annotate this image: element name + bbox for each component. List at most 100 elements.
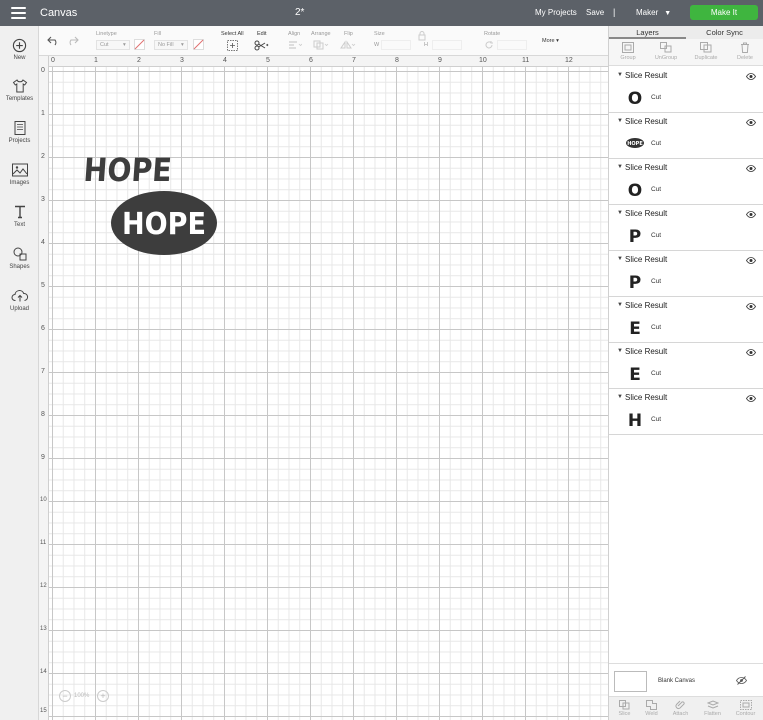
delete-label: Delete bbox=[737, 55, 753, 61]
flip-icon[interactable] bbox=[340, 40, 356, 50]
layer-row[interactable]: ▼ Slice Result O Cut bbox=[609, 67, 763, 113]
width-input[interactable] bbox=[381, 40, 411, 50]
group-button[interactable]: Group bbox=[609, 42, 647, 61]
height-input[interactable] bbox=[432, 40, 462, 50]
sidebar-label-images: Images bbox=[9, 180, 30, 186]
eye-hidden-icon[interactable] bbox=[736, 676, 747, 685]
align-icon[interactable] bbox=[288, 41, 302, 50]
layer-operation: Cut bbox=[651, 370, 662, 377]
linetype-select[interactable]: Cut ▾ bbox=[96, 40, 130, 50]
blank-canvas-row[interactable]: Blank Canvas bbox=[609, 663, 763, 696]
sidebar-item-templates[interactable]: Templates bbox=[0, 78, 39, 102]
layer-row[interactable]: ▼ Slice Result HOPE Cut bbox=[609, 113, 763, 159]
collapse-caret-icon[interactable]: ▼ bbox=[617, 164, 623, 170]
machine-select[interactable]: Maker ▼ bbox=[636, 8, 671, 17]
undo-icon[interactable] bbox=[47, 36, 60, 46]
collapse-caret-icon[interactable]: ▼ bbox=[617, 302, 623, 308]
lock-icon[interactable] bbox=[418, 31, 426, 41]
layer-thumbnail: HOPE bbox=[626, 138, 644, 148]
layer-row[interactable]: ▼ Slice Result O Cut bbox=[609, 159, 763, 205]
my-projects-link[interactable]: My Projects bbox=[535, 8, 577, 17]
layer-row[interactable]: ▼ Slice Result E Cut bbox=[609, 297, 763, 343]
fill-select[interactable]: No Fill ▾ bbox=[154, 40, 188, 50]
rotate-icon[interactable] bbox=[484, 40, 494, 50]
eye-icon[interactable] bbox=[746, 73, 756, 80]
collapse-caret-icon[interactable]: ▼ bbox=[617, 210, 623, 216]
group-label: Group bbox=[620, 55, 636, 61]
collapse-caret-icon[interactable]: ▼ bbox=[617, 256, 623, 262]
layer-operation: Cut bbox=[651, 232, 662, 239]
contour-button[interactable]: Contour bbox=[730, 700, 761, 717]
sidebar-item-shapes[interactable]: Shapes bbox=[0, 246, 39, 270]
layer-operation: Cut bbox=[651, 278, 662, 285]
layer-operation: Cut bbox=[651, 324, 662, 331]
duplicate-label: Duplicate bbox=[694, 55, 718, 61]
fill-color-swatch[interactable] bbox=[193, 39, 204, 50]
size-h-label: H bbox=[424, 42, 428, 48]
layer-glyph: H bbox=[628, 411, 642, 428]
ruler-left-label: 1 bbox=[41, 110, 45, 117]
ungroup-button[interactable]: UnGroup bbox=[647, 42, 685, 61]
ruler-left-label: 14 bbox=[40, 669, 47, 675]
duplicate-button[interactable]: Duplicate bbox=[687, 42, 725, 61]
linetype-label: Linetype bbox=[96, 31, 117, 37]
blank-canvas-swatch[interactable] bbox=[614, 671, 647, 692]
more-menu[interactable]: More ▾ bbox=[542, 38, 559, 44]
weld-button[interactable]: Weld bbox=[636, 700, 667, 717]
zoom-out-button[interactable]: − bbox=[59, 690, 71, 702]
eye-icon[interactable] bbox=[746, 349, 756, 356]
zoom-in-button[interactable]: + bbox=[97, 690, 109, 702]
sidebar-item-upload[interactable]: Upload bbox=[0, 288, 39, 312]
zoom-level: 100% bbox=[74, 693, 90, 699]
rotate-input[interactable] bbox=[497, 40, 527, 50]
sidebar-item-new[interactable]: New bbox=[0, 38, 39, 61]
sidebar-item-projects[interactable]: Projects bbox=[0, 120, 39, 144]
app-title: Canvas bbox=[40, 7, 78, 19]
collapse-caret-icon[interactable]: ▼ bbox=[617, 394, 623, 400]
layer-operation: Cut bbox=[651, 140, 662, 147]
tab-layers[interactable]: Layers bbox=[609, 28, 686, 39]
delete-button[interactable]: Delete bbox=[726, 42, 763, 61]
collapse-caret-icon[interactable]: ▼ bbox=[617, 348, 623, 354]
arrange-icon[interactable] bbox=[313, 40, 329, 50]
make-it-button[interactable]: Make It bbox=[690, 5, 758, 20]
save-link[interactable]: Save bbox=[586, 8, 604, 17]
linetype-color-swatch[interactable] bbox=[134, 39, 145, 50]
fill-label: Fill bbox=[154, 31, 162, 37]
eye-icon[interactable] bbox=[746, 257, 756, 264]
ruler-top-label: 8 bbox=[395, 57, 399, 64]
select-all-icon[interactable] bbox=[227, 40, 238, 51]
hope-word-shape[interactable]: HOPE bbox=[83, 151, 175, 187]
hamburger-menu-icon[interactable] bbox=[11, 7, 26, 19]
layer-row[interactable]: ▼ Slice Result E Cut bbox=[609, 343, 763, 389]
trash-icon bbox=[741, 42, 749, 53]
eye-icon[interactable] bbox=[746, 119, 756, 126]
flatten-icon bbox=[706, 700, 719, 709]
layer-glyph: O bbox=[628, 181, 642, 198]
layer-row[interactable]: ▼ Slice Result P Cut bbox=[609, 251, 763, 297]
size-label: Size bbox=[374, 31, 385, 37]
eye-icon[interactable] bbox=[746, 165, 756, 172]
design-canvas[interactable]: HOPE HOPE bbox=[49, 67, 608, 720]
sidebar-item-text[interactable]: Text bbox=[0, 204, 39, 228]
sidebar-item-images[interactable]: Images bbox=[0, 162, 39, 186]
layer-operation: Cut bbox=[651, 94, 662, 101]
eye-icon[interactable] bbox=[746, 395, 756, 402]
layer-thumbnail: P bbox=[629, 273, 641, 290]
hope-oval-shape[interactable]: HOPE bbox=[110, 190, 218, 256]
layer-thumbnail: O bbox=[628, 89, 642, 106]
tab-color-sync[interactable]: Color Sync bbox=[686, 28, 763, 37]
attach-button[interactable]: Attach bbox=[665, 700, 696, 717]
layer-row[interactable]: ▼ Slice Result H Cut bbox=[609, 389, 763, 435]
collapse-caret-icon[interactable]: ▼ bbox=[617, 118, 623, 124]
edit-toolbar: Linetype Cut ▾ Fill No Fill ▾ Select All E… bbox=[39, 26, 608, 56]
collapse-caret-icon[interactable]: ▼ bbox=[617, 72, 623, 78]
eye-icon[interactable] bbox=[746, 303, 756, 310]
eye-icon[interactable] bbox=[746, 211, 756, 218]
scissors-icon[interactable] bbox=[254, 40, 270, 51]
layer-name: Slice Result bbox=[625, 301, 668, 310]
layer-row[interactable]: ▼ Slice Result P Cut bbox=[609, 205, 763, 251]
machine-label: Maker bbox=[636, 8, 659, 17]
redo-icon[interactable] bbox=[66, 36, 79, 46]
flatten-button[interactable]: Flatten bbox=[697, 700, 728, 717]
